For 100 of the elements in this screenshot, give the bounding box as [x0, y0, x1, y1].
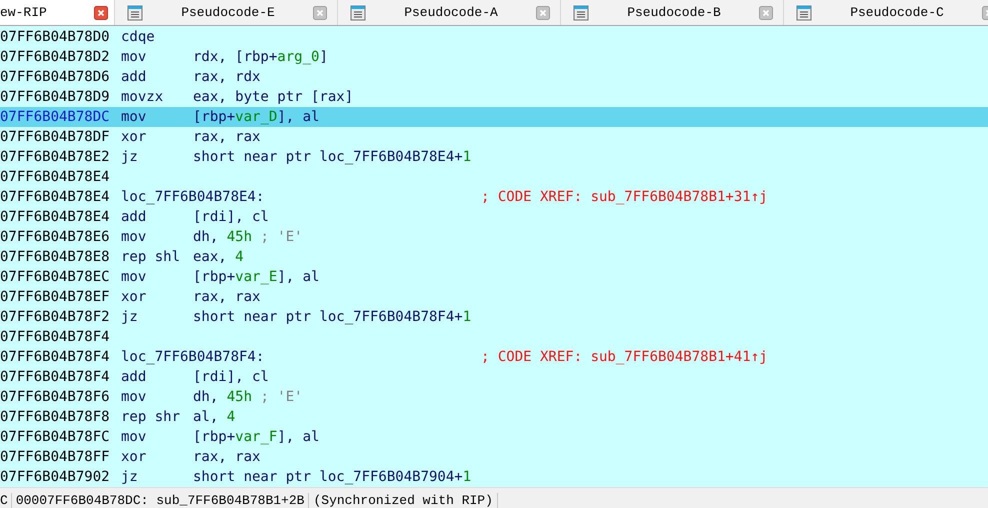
- operands: short near ptr loc_7FF6B04B78E4+1: [193, 149, 472, 165]
- mnemonic: rep shr: [121, 409, 182, 425]
- operands: rax, rax: [193, 449, 262, 465]
- mnemonic: jz: [121, 469, 139, 485]
- document-list-icon: [796, 4, 812, 20]
- code-line[interactable]: 07FF6B04B78F2 jz short near ptr loc_7FF6B04B78F4+1: [0, 307, 988, 327]
- mnemonic: xor: [121, 449, 148, 465]
- status-text: C: [0, 492, 12, 508]
- tab-label: Pseudocode-E: [180, 5, 276, 20]
- close-icon[interactable]: [759, 6, 773, 20]
- operands: [rbp+var_F], al: [193, 429, 320, 445]
- tab-label: ew-RIP: [0, 5, 48, 20]
- operands: eax, 4: [193, 249, 245, 265]
- address: 07FF6B04B78E4: [0, 189, 111, 205]
- address: 07FF6B04B78E2: [0, 149, 111, 165]
- code-line[interactable]: 07FF6B04B78E4: [0, 167, 988, 187]
- address: 07FF6B04B78FF: [0, 449, 111, 465]
- document-list-icon: [350, 4, 366, 20]
- operands: [rbp+var_E], al: [193, 269, 320, 285]
- mnemonic: jz: [121, 149, 139, 165]
- close-icon[interactable]: [536, 6, 550, 20]
- mnemonic: jz: [121, 309, 139, 325]
- xref-comment: ; CODE XREF: sub_7FF6B04B78B1+41↑j: [481, 349, 769, 365]
- address: 07FF6B04B78E6: [0, 229, 111, 245]
- mnemonic: movzx: [121, 89, 164, 105]
- operands: rax, rax: [193, 129, 262, 145]
- address: 07FF6B04B78EF: [0, 289, 111, 305]
- code-label: loc_7FF6B04B78E4:: [121, 189, 266, 205]
- address: 07FF6B04B78F2: [0, 309, 111, 325]
- address: 07FF6B04B78D9: [0, 89, 111, 105]
- code-line[interactable]: 07FF6B04B78E8 rep shl eax, 4: [0, 247, 988, 267]
- tab[interactable]: ew-RIP: [0, 0, 115, 25]
- address: 07FF6B04B78EC: [0, 269, 111, 285]
- mnemonic: mov: [121, 269, 148, 285]
- address: 07FF6B04B78DC: [0, 109, 111, 125]
- code-line[interactable]: 07FF6B04B78F4 loc_7FF6B04B78F4: ; CODE XREF: sub_7FF6B04B78B1+41↑j: [0, 347, 988, 367]
- code-line[interactable]: 07FF6B04B78DF xor rax, rax: [0, 127, 988, 147]
- operands: al, 4: [193, 409, 236, 425]
- address: 07FF6B04B78E4: [0, 169, 111, 185]
- code-line[interactable]: 07FF6B04B78EC mov [rbp+var_E], al: [0, 267, 988, 287]
- code-line[interactable]: 07FF6B04B78D0 cdqe: [0, 27, 988, 47]
- code-line[interactable]: 07FF6B04B78D2 mov rdx, [rbp+arg_0]: [0, 47, 988, 67]
- status-sync: (Synchronized with RIP): [309, 492, 498, 508]
- operands: [rdi], cl: [193, 209, 270, 225]
- mnemonic: add: [121, 369, 148, 385]
- tab-label: Pseudocode-C: [849, 5, 945, 20]
- operands: eax, byte ptr [rax]: [193, 89, 354, 105]
- code-line[interactable]: 07FF6B04B78F4: [0, 327, 988, 347]
- operands: rax, rax: [193, 289, 262, 305]
- operands: short near ptr loc_7FF6B04B7904+1: [193, 469, 472, 485]
- code-line[interactable]: 07FF6B04B78FF xor rax, rax: [0, 447, 988, 467]
- code-line[interactable]: 07FF6B04B78D9 movzx eax, byte ptr [rax]: [0, 87, 988, 107]
- address: 07FF6B04B78DF: [0, 129, 111, 145]
- address: 07FF6B04B7902: [0, 469, 111, 485]
- mnemonic: mov: [121, 389, 148, 405]
- address: 07FF6B04B78F4: [0, 329, 111, 345]
- address: 07FF6B04B78D2: [0, 49, 111, 65]
- address: 07FF6B04B78E8: [0, 249, 111, 265]
- address: 07FF6B04B78D6: [0, 69, 111, 85]
- mnemonic: rep shl: [121, 249, 182, 265]
- code-line[interactable]: 07FF6B04B78EF xor rax, rax: [0, 287, 988, 307]
- mnemonic: mov: [121, 429, 148, 445]
- address: 07FF6B04B78F8: [0, 409, 111, 425]
- code-line[interactable]: 07FF6B04B78F8 rep shr al, 4: [0, 407, 988, 427]
- code-line[interactable]: 07FF6B04B78F4 add [rdi], cl: [0, 367, 988, 387]
- close-icon[interactable]: [313, 6, 327, 20]
- code-line[interactable]: 07FF6B04B78E2 jz short near ptr loc_7FF6B04B78E4+1: [0, 147, 988, 167]
- mnemonic: add: [121, 209, 148, 225]
- tab-label: Pseudocode-B: [626, 5, 722, 20]
- code-line[interactable]: 07FF6B04B7902 jz short near ptr loc_7FF6B04B7904+1: [0, 467, 988, 487]
- address: 07FF6B04B78F4: [0, 369, 111, 385]
- code-line[interactable]: 07FF6B04B78E4 add [rdi], cl: [0, 207, 988, 227]
- status-location: 00007FF6B04B78DC: sub_7FF6B04B78B1+2B: [12, 492, 310, 508]
- mnemonic: xor: [121, 289, 148, 305]
- address: 07FF6B04B78F4: [0, 349, 111, 365]
- mnemonic: cdqe: [121, 29, 156, 45]
- code-label: loc_7FF6B04B78F4:: [121, 349, 266, 365]
- code-line[interactable]: 07FF6B04B78FC mov [rbp+var_F], al: [0, 427, 988, 447]
- address: 07FF6B04B78F6: [0, 389, 111, 405]
- document-list-icon: [573, 4, 589, 20]
- code-line[interactable]: 07FF6B04B78E6 mov dh, 45h ; 'E': [0, 227, 988, 247]
- mnemonic: mov: [121, 229, 148, 245]
- address: 07FF6B04B78D0: [0, 29, 111, 45]
- address: 07FF6B04B78E4: [0, 209, 111, 225]
- operands: dh, 45h ; 'E': [193, 229, 304, 245]
- code-line[interactable]: 07FF6B04B78E4 loc_7FF6B04B78E4: ; CODE XREF: sub_7FF6B04B78B1+31↑j: [0, 187, 988, 207]
- address: 07FF6B04B78FC: [0, 429, 111, 445]
- tab-label: Pseudocode-A: [403, 5, 499, 20]
- document-list-icon: [127, 4, 143, 20]
- code-line[interactable]: 07FF6B04B78D6 add rax, rdx: [0, 67, 988, 87]
- operands: rax, rdx: [193, 69, 262, 85]
- operands: rdx, [rbp+arg_0]: [193, 49, 329, 65]
- operands: [rbp+var_D], al: [193, 109, 320, 125]
- code-line[interactable]: 07FF6B04B78F6 mov dh, 45h ; 'E': [0, 387, 988, 407]
- close-icon[interactable]: [94, 6, 108, 20]
- mnemonic: add: [121, 69, 148, 85]
- operands: dh, 45h ; 'E': [193, 389, 304, 405]
- mnemonic: xor: [121, 129, 148, 145]
- operands: [rdi], cl: [193, 369, 270, 385]
- mnemonic: mov: [121, 109, 148, 125]
